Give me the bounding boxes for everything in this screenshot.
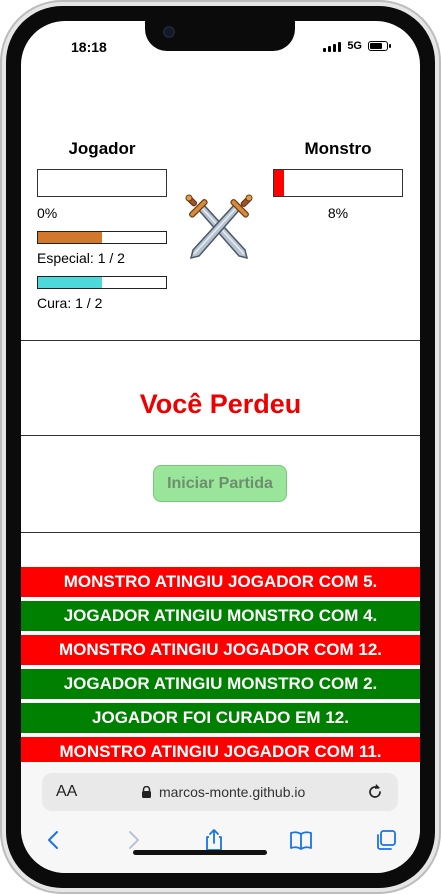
- chevron-left-icon[interactable]: [41, 828, 67, 852]
- browser-bottom-bar: AA marcos-monte.github.io: [21, 762, 420, 873]
- player-life-bar: [37, 169, 167, 197]
- signal-icon: [323, 40, 342, 52]
- crossed-swords-icon: [185, 194, 253, 260]
- text-size-button[interactable]: AA: [56, 783, 77, 801]
- battery-icon: [368, 41, 391, 51]
- camera: [163, 26, 175, 38]
- notch: [145, 21, 295, 51]
- divider: [21, 532, 420, 533]
- special-fill: [38, 232, 102, 243]
- address-bar[interactable]: AA marcos-monte.github.io: [42, 773, 398, 811]
- share-icon[interactable]: [201, 828, 227, 852]
- heal-fill: [38, 277, 102, 288]
- status-time: 18:18: [71, 39, 107, 55]
- log-entry: JOGADOR FOI CURADO EM 12.: [21, 703, 420, 733]
- monster-life-percent: 8%: [327, 205, 349, 221]
- player-title: Jogador: [68, 139, 136, 158]
- log-entry: MONSTRO ATINGIU JOGADOR COM 5.: [21, 567, 420, 597]
- divider: [21, 435, 420, 436]
- screen: 18:18 5G Jogador 0% Especial: 1 / 2 Cura…: [21, 21, 420, 873]
- lock-icon: [142, 786, 151, 798]
- player-special-bar: [37, 231, 167, 244]
- log-entry: MONSTRO ATINGIU JOGADOR COM 12.: [21, 635, 420, 665]
- monster-life-bar: [273, 169, 403, 197]
- heal-label: Cura: 1 / 2: [37, 295, 103, 311]
- monster-panel: Monstro 8%: [273, 139, 403, 221]
- start-game-button[interactable]: Iniciar Partida: [153, 465, 287, 502]
- status-indicators: 5G: [323, 40, 391, 52]
- divider: [21, 340, 420, 341]
- url-text[interactable]: marcos-monte.github.io: [159, 784, 305, 800]
- monster-life-fill: [274, 170, 285, 196]
- home-indicator: [133, 850, 267, 855]
- log-entry: JOGADOR ATINGIU MONSTRO COM 4.: [21, 601, 420, 631]
- reload-icon[interactable]: [365, 782, 385, 802]
- player-panel: Jogador 0% Especial: 1 / 2 Cura: 1 / 2: [37, 139, 167, 311]
- tabs-icon[interactable]: [373, 828, 399, 852]
- book-icon[interactable]: [288, 828, 314, 852]
- battle-log: MONSTRO ATINGIU JOGADOR COM 5. JOGADOR AT…: [21, 567, 420, 771]
- network-label: 5G: [347, 40, 362, 52]
- player-heal-bar: [37, 276, 167, 289]
- special-label: Especial: 1 / 2: [37, 250, 125, 266]
- player-life-percent: 0%: [37, 205, 58, 221]
- chevron-right-icon[interactable]: [120, 828, 146, 852]
- result-message: Você Perdeu: [139, 389, 302, 419]
- monster-title: Monstro: [304, 139, 372, 158]
- log-entry: JOGADOR ATINGIU MONSTRO COM 2.: [21, 669, 420, 699]
